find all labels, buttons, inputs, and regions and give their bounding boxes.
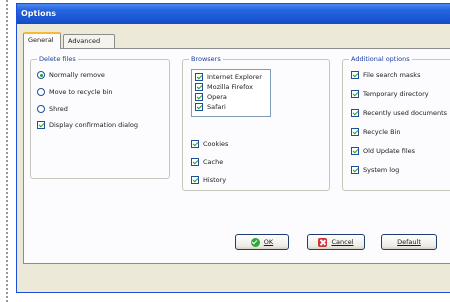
radio-label: Normally remove — [49, 71, 105, 79]
browser-item-mozilla-firefox[interactable]: Mozilla Firefox — [195, 83, 253, 91]
radio-button[interactable] — [37, 105, 45, 113]
radio-shred[interactable]: Shred — [37, 105, 68, 113]
browser-item-opera[interactable]: Opera — [195, 93, 227, 101]
general-panel: Delete files Normally remove Move to rec… — [23, 48, 450, 264]
cancel-button[interactable]: Cancel — [307, 234, 365, 250]
checkbox-label: File search masks — [363, 71, 421, 79]
checkbox-cache[interactable]: Cache — [191, 158, 223, 166]
delete-files-title: Delete files — [37, 55, 78, 63]
ok-label: OK — [263, 238, 274, 246]
checkbox[interactable] — [195, 73, 203, 81]
additional-options-group: Additional options File search masks Tem… — [342, 55, 450, 191]
window-title[interactable]: Options — [17, 4, 450, 24]
checkbox[interactable] — [191, 140, 199, 148]
browser-item-internet-explorer[interactable]: Internet Explorer — [195, 73, 262, 81]
checkbox-label: Cache — [203, 158, 224, 166]
delete-files-group: Delete files Normally remove Move to rec… — [30, 55, 170, 179]
ok-button[interactable]: OK — [235, 234, 289, 250]
checkbox-label: Safari — [207, 103, 226, 111]
checkbox[interactable] — [351, 166, 359, 174]
checkbox[interactable] — [351, 90, 359, 98]
checkbox[interactable] — [195, 93, 203, 101]
checkmark-icon — [250, 237, 260, 247]
options-dialog: Options General Advanced Delete files No… — [16, 3, 450, 293]
checkbox-label: Recently used documents — [363, 109, 448, 117]
checkbox[interactable] — [191, 176, 199, 184]
checkbox[interactable] — [37, 121, 45, 129]
radio-move-to-recycle-bin[interactable]: Move to recycle bin — [37, 88, 113, 96]
checkbox[interactable] — [351, 147, 359, 155]
checkbox[interactable] — [195, 83, 203, 91]
checkbox-label: History — [203, 176, 227, 184]
checkbox-cookies[interactable]: Cookies — [191, 140, 228, 148]
default-button[interactable]: Default — [381, 234, 437, 250]
checkbox-label: Old Update files — [363, 147, 416, 155]
browsers-list[interactable]: Internet Explorer Mozilla Firefox Opera … — [191, 69, 271, 117]
checkbox-system-log[interactable]: System log — [351, 166, 399, 174]
checkbox-label: Temporary directory — [363, 90, 429, 98]
cancel-label: Cancel — [331, 238, 354, 246]
checkbox-recycle-bin[interactable]: Recycle Bin — [351, 128, 400, 136]
radio-label: Shred — [49, 105, 68, 113]
default-label: Default — [397, 238, 421, 246]
additional-options-title: Additional options — [349, 55, 412, 63]
checkbox-label: System log — [363, 166, 400, 174]
checkbox-recently-used-documents[interactable]: Recently used documents — [351, 109, 447, 117]
tab-general[interactable]: General — [23, 32, 61, 49]
close-icon — [318, 237, 328, 247]
radio-normally-remove[interactable]: Normally remove — [37, 71, 105, 79]
radio-label: Move to recycle bin — [49, 88, 113, 96]
browser-item-safari[interactable]: Safari — [195, 103, 226, 111]
checkbox-history[interactable]: History — [191, 176, 226, 184]
checkbox-label: Mozilla Firefox — [207, 83, 253, 91]
browsers-group: Browsers Internet Explorer Mozilla Firef… — [182, 55, 330, 191]
checkbox[interactable] — [191, 158, 199, 166]
checkbox-old-update-files[interactable]: Old Update files — [351, 147, 415, 155]
checkbox-file-search-masks[interactable]: File search masks — [351, 71, 420, 79]
tab-advanced[interactable]: Advanced — [63, 34, 115, 48]
checkbox-label: Recycle Bin — [363, 128, 401, 136]
radio-button[interactable] — [37, 88, 45, 96]
checkbox[interactable] — [351, 109, 359, 117]
checkbox-label: Internet Explorer — [207, 73, 262, 81]
checkbox-display-confirmation[interactable]: Display confirmation dialog — [37, 121, 138, 129]
checkbox-label: Cookies — [203, 140, 229, 148]
checkbox-label: Display confirmation dialog — [49, 121, 139, 129]
dotted-border — [6, 0, 8, 302]
checkbox[interactable] — [351, 71, 359, 79]
radio-button[interactable] — [37, 71, 45, 79]
checkbox-label: Opera — [207, 93, 227, 101]
checkbox[interactable] — [351, 128, 359, 136]
checkbox[interactable] — [195, 103, 203, 111]
checkbox-temporary-directory[interactable]: Temporary directory — [351, 90, 429, 98]
browsers-title: Browsers — [189, 55, 223, 63]
